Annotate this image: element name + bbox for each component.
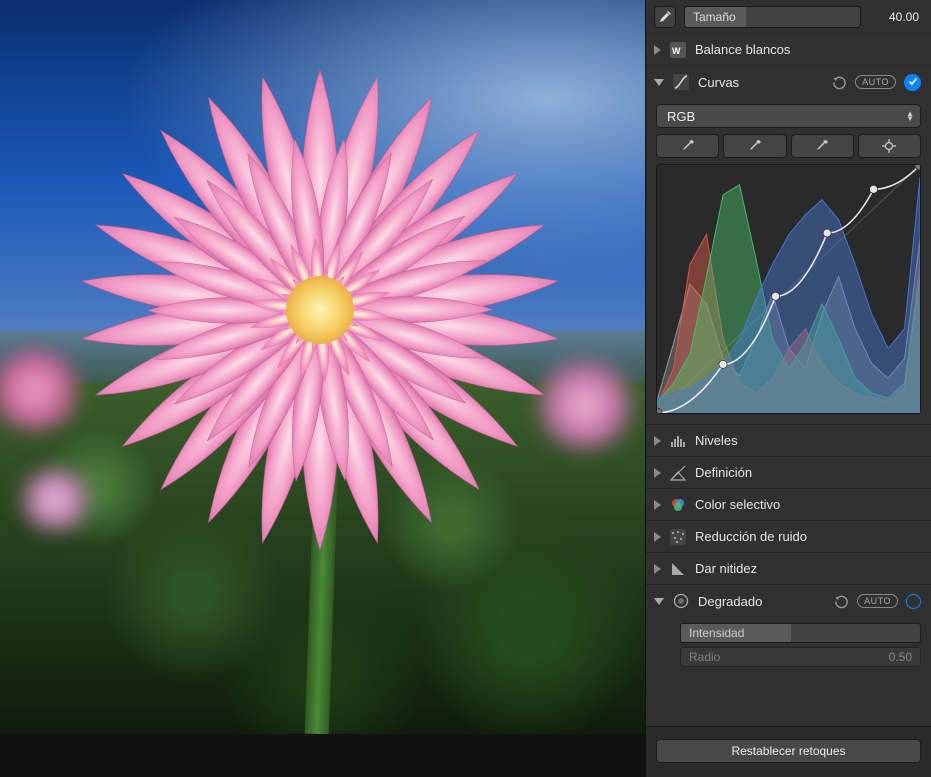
reset-icon[interactable] bbox=[834, 594, 849, 609]
levels-icon bbox=[669, 432, 687, 450]
eyedropper-white-button[interactable] bbox=[791, 134, 854, 158]
chevron-right-icon bbox=[654, 468, 661, 478]
curves-panel: RGB ▲▼ bbox=[646, 98, 931, 425]
preview-canvas bbox=[0, 0, 645, 734]
adjustments-sidebar: Tamaño 40.00 W Balance blancos Curvas AU… bbox=[645, 0, 931, 777]
section-label: Niveles bbox=[695, 433, 921, 448]
chevron-right-icon bbox=[654, 532, 661, 542]
chevron-down-icon bbox=[654, 79, 664, 86]
curves-auto-button[interactable]: AUTO bbox=[855, 75, 896, 89]
sharpen-icon bbox=[669, 560, 687, 578]
curves-histogram[interactable] bbox=[656, 164, 921, 414]
section-noise-reduction[interactable]: Reducción de ruido bbox=[646, 521, 931, 553]
gradient-icon bbox=[672, 592, 690, 610]
section-label: Reducción de ruido bbox=[695, 529, 921, 544]
section-gradient-header[interactable]: Degradado AUTO bbox=[646, 585, 931, 617]
section-label: Color selectivo bbox=[695, 497, 921, 512]
definition-icon bbox=[669, 464, 687, 482]
section-selective-color[interactable]: Color selectivo bbox=[646, 489, 931, 521]
curves-channel-value: RGB bbox=[667, 109, 695, 124]
gradient-enabled-toggle[interactable] bbox=[906, 594, 921, 609]
gradient-intensity-slider[interactable]: Intensidad bbox=[680, 623, 921, 643]
retouch-size-value: 40.00 bbox=[869, 10, 921, 24]
section-white-balance[interactable]: W Balance blancos bbox=[646, 34, 931, 66]
noise-reduction-icon bbox=[669, 528, 687, 546]
reset-icon[interactable] bbox=[832, 75, 847, 90]
section-label: Dar nitidez bbox=[695, 561, 921, 576]
eyedropper-gray-button[interactable] bbox=[723, 134, 786, 158]
add-point-button[interactable] bbox=[858, 134, 921, 158]
section-label: Definición bbox=[695, 465, 921, 480]
chevron-right-icon bbox=[654, 45, 661, 55]
curves-icon bbox=[672, 73, 690, 91]
white-balance-icon: W bbox=[669, 41, 687, 59]
eyedropper-black-button[interactable] bbox=[656, 134, 719, 158]
gradient-intensity-label: Intensidad bbox=[689, 626, 744, 640]
retouch-size-label: Tamaño bbox=[693, 10, 736, 24]
retouch-size-slider[interactable]: Tamaño bbox=[684, 6, 861, 28]
section-label: Degradado bbox=[698, 594, 826, 609]
section-curves-header[interactable]: Curvas AUTO bbox=[646, 66, 931, 98]
reset-adjustments-button[interactable]: Restablecer retoques bbox=[656, 739, 921, 763]
brush-icon bbox=[658, 10, 672, 24]
chevron-down-icon bbox=[654, 598, 664, 605]
section-label: Balance blancos bbox=[695, 42, 921, 57]
section-definition[interactable]: Definición bbox=[646, 457, 931, 489]
section-levels[interactable]: Niveles bbox=[646, 425, 931, 457]
curves-channel-dropdown[interactable]: RGB ▲▼ bbox=[656, 104, 921, 128]
svg-text:W: W bbox=[672, 46, 681, 56]
reset-adjustments-label: Restablecer retoques bbox=[731, 744, 845, 758]
gradient-auto-button[interactable]: AUTO bbox=[857, 594, 898, 608]
eyedropper-icon bbox=[815, 139, 829, 153]
chevron-right-icon bbox=[654, 436, 661, 446]
gradient-panel: Intensidad Radio 0.50 bbox=[646, 617, 931, 673]
selective-color-icon bbox=[669, 496, 687, 514]
eyedropper-icon bbox=[681, 139, 695, 153]
gradient-radius-value: 0.50 bbox=[889, 650, 912, 664]
chevron-right-icon bbox=[654, 564, 661, 574]
section-sharpen[interactable]: Dar nitidez bbox=[646, 553, 931, 585]
curves-enabled-toggle[interactable] bbox=[904, 74, 921, 91]
retouch-size-row: Tamaño 40.00 bbox=[646, 0, 931, 34]
chevron-right-icon bbox=[654, 500, 661, 510]
gradient-radius-slider[interactable]: Radio 0.50 bbox=[680, 647, 921, 667]
target-icon bbox=[882, 139, 896, 153]
eyedropper-icon bbox=[748, 139, 762, 153]
section-label: Curvas bbox=[698, 75, 824, 90]
image-preview[interactable] bbox=[0, 0, 645, 777]
stepper-icon: ▲▼ bbox=[906, 111, 914, 121]
retouch-brush-button[interactable] bbox=[654, 6, 676, 28]
gradient-radius-label: Radio bbox=[689, 650, 720, 664]
